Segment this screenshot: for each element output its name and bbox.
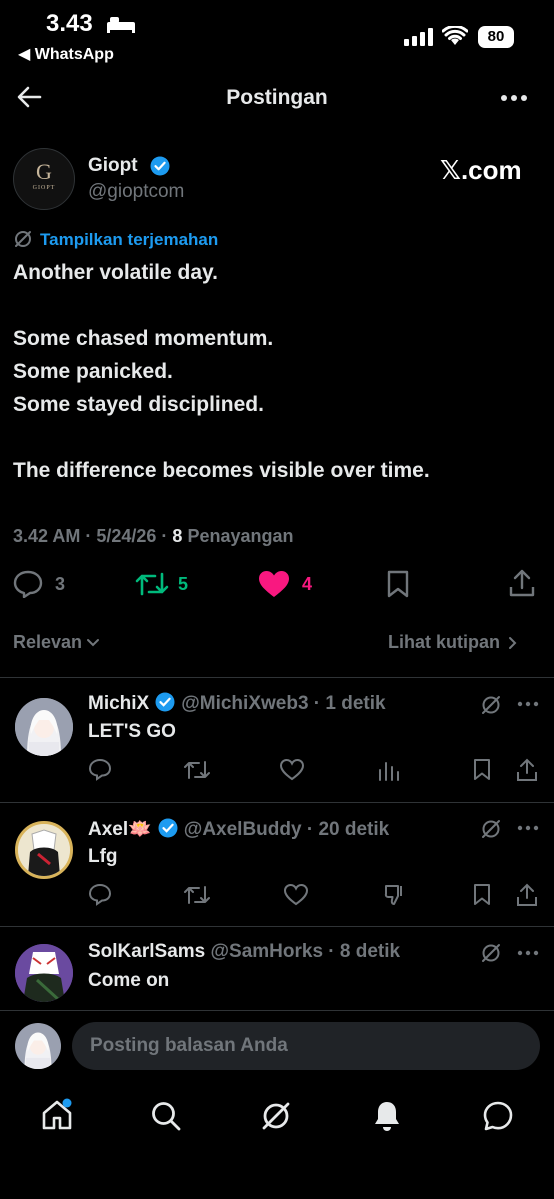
reply-handle-time[interactable]: @MichiXweb3 · 1 detik <box>181 693 385 714</box>
battery-indicator: 80 <box>478 26 514 48</box>
divider <box>0 677 554 678</box>
post-text-line: Another volatile day. <box>13 261 218 284</box>
post-text-line: Some chased momentum. <box>13 327 274 350</box>
heart-icon[interactable] <box>258 570 290 598</box>
grok-icon[interactable] <box>480 694 502 716</box>
more-options-icon[interactable] <box>517 950 539 956</box>
chevron-right-icon <box>508 636 518 650</box>
share-icon[interactable] <box>508 568 536 598</box>
verified-badge-icon <box>158 818 178 838</box>
reply-header: MichiX @MichiXweb3 · 1 detik <box>88 692 386 715</box>
sleep-bed-icon <box>106 14 136 34</box>
home-icon[interactable] <box>40 1098 74 1132</box>
wifi-icon <box>442 26 468 46</box>
views-label: Penayangan <box>182 526 294 546</box>
messages-icon[interactable] <box>482 1100 514 1132</box>
sort-label: Relevan <box>13 632 83 652</box>
author-name[interactable]: Giopt <box>88 155 138 177</box>
reply-input[interactable]: Posting balasan Anda <box>72 1022 540 1070</box>
reply-handle-time[interactable]: @SamHorks · 8 detik <box>211 941 401 962</box>
author-handle[interactable]: @gioptcom <box>88 181 184 203</box>
reply-actions <box>88 883 540 907</box>
reply-author-name[interactable]: SolKarlSams <box>88 941 205 962</box>
status-time: 3.43 <box>46 10 93 37</box>
more-options-icon[interactable] <box>517 825 539 831</box>
reply-count: 3 <box>55 574 66 594</box>
reply-icon[interactable] <box>13 570 43 598</box>
verified-badge-icon <box>155 692 175 712</box>
divider <box>0 926 554 927</box>
more-options-icon[interactable] <box>517 701 539 707</box>
grok-icon[interactable] <box>480 818 502 840</box>
view-quotes-label: Lihat kutipan <box>388 632 500 652</box>
reply-text: Come on <box>88 970 170 991</box>
author-avatar[interactable]: G GIOPT <box>13 148 75 210</box>
translate-icon <box>13 229 33 249</box>
own-avatar[interactable] <box>15 1023 61 1069</box>
views-count: 8 <box>172 526 183 546</box>
back-to-whatsapp-link[interactable]: ◀ WhatsApp <box>18 44 114 64</box>
reply-handle-time[interactable]: @AxelBuddy · 20 detik <box>184 819 389 840</box>
post-meta: 3.42 AM · 5/24/26 · 8 Penayangan <box>13 526 293 547</box>
reply-author-name[interactable]: Axel🪷 <box>88 819 152 840</box>
post-time-date: 3.42 AM · 5/24/26 · <box>13 526 173 546</box>
grok-icon[interactable] <box>480 942 502 964</box>
reply-avatar[interactable] <box>15 698 73 756</box>
reply-author-name[interactable]: MichiX <box>88 693 149 714</box>
view-quotes-link[interactable]: Lihat kutipan <box>388 632 518 653</box>
reply-header: SolKarlSams @SamHorks · 8 detik <box>88 941 400 963</box>
reply-text: Lfg <box>88 846 118 867</box>
post-text-line: Some stayed disciplined. <box>13 393 264 416</box>
reply-actions <box>88 758 540 782</box>
reply-avatar[interactable] <box>15 821 73 879</box>
more-options-icon[interactable] <box>500 94 528 102</box>
post-text-line: Some panicked. <box>13 360 173 383</box>
search-icon[interactable] <box>150 1100 182 1132</box>
bookmark-icon[interactable] <box>386 570 410 598</box>
avatar-logo-text: GIOPT <box>32 185 56 191</box>
reply-avatar[interactable] <box>15 944 73 1002</box>
repost-count: 5 <box>178 574 189 594</box>
avatar-logo-letter: G <box>36 159 52 184</box>
divider <box>0 802 554 803</box>
sort-dropdown[interactable]: Relevan <box>13 632 100 653</box>
site-label: 𝕏.com <box>440 155 522 185</box>
notifications-bell-icon[interactable] <box>372 1099 402 1133</box>
reply-header: Axel🪷 @AxelBuddy · 20 detik <box>88 817 389 841</box>
repost-icon[interactable] <box>135 570 169 598</box>
chevron-down-icon <box>86 638 100 648</box>
post-text-line: The difference becomes visible over time… <box>13 459 430 482</box>
cellular-signal-icon <box>404 28 434 46</box>
show-translation-link[interactable]: Tampilkan terjemahan <box>40 230 218 250</box>
like-count: 4 <box>302 574 313 594</box>
reply-text: LET'S GO <box>88 721 176 742</box>
page-title: Postingan <box>226 86 328 109</box>
grok-nav-icon[interactable] <box>260 1100 292 1132</box>
verified-badge-icon <box>150 156 170 176</box>
